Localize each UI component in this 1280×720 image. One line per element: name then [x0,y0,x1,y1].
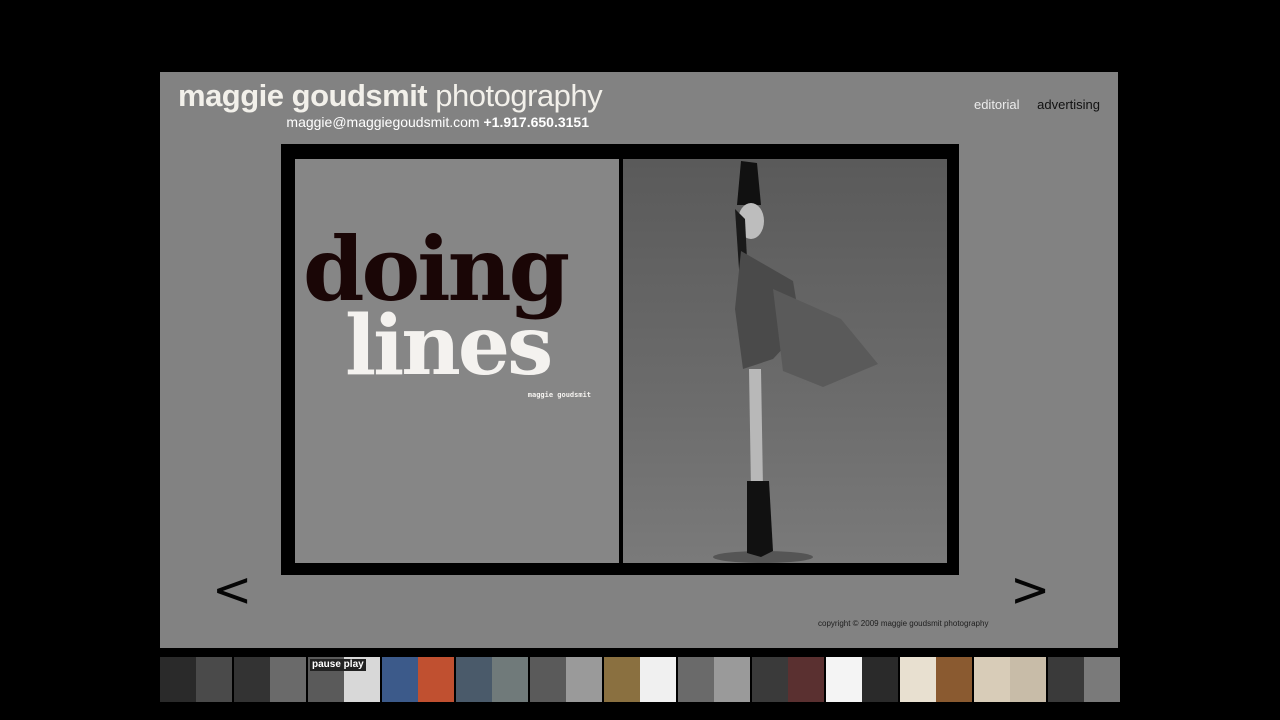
thumbnail-half [974,657,1010,702]
brand-name-bold: maggie goudsmit [178,78,428,113]
thumbnail-7[interactable] [604,657,676,702]
prev-arrow-icon[interactable]: < [212,566,252,614]
thumbnail-half [862,657,898,702]
thumbnail-10[interactable] [826,657,898,702]
brand-name-light: photography [435,78,603,113]
thumbnail-half [1010,657,1046,702]
thumbnail-half [160,657,196,702]
site-logo[interactable]: maggie goudsmit photography [178,78,603,114]
thumbnail-half [936,657,972,702]
nav-advertising[interactable]: advertising [1037,97,1100,112]
thumbnail-half [604,657,640,702]
next-arrow-icon[interactable]: > [1010,566,1050,614]
main-nav: editorial advertising [960,97,1100,112]
thumbnail-half [640,657,676,702]
spread-left-page: doing lines maggie goudsmit [295,159,619,563]
thumbnail-3[interactable]: pause play [308,657,380,702]
spread-credit: maggie goudsmit [527,391,591,399]
thumbnail-half [1084,657,1120,702]
thumbnail-strip: pause play [160,657,1120,702]
gallery-frame: doing lines maggie goudsmit [281,144,959,575]
thumbnail-8[interactable] [678,657,750,702]
email-link[interactable]: maggie@maggiegoudsmit.com [286,114,479,130]
thumbnail-label: pause play [310,659,366,671]
phone-number: +1.917.650.3151 [483,114,590,130]
thumbnail-half [382,657,418,702]
spread-title-line2: lines [345,298,553,394]
thumbnail-half [678,657,714,702]
thumbnail-half [530,657,566,702]
thumbnail-13[interactable] [1048,657,1120,702]
thumbnail-half [492,657,528,702]
thumbnail-half [566,657,602,702]
model-photo-illustration [713,161,878,563]
thumbnail-half [714,657,750,702]
thumbnail-1[interactable] [160,657,232,702]
thumbnail-4[interactable] [382,657,454,702]
thumbnail-11[interactable] [900,657,972,702]
thumbnail-half [788,657,824,702]
spread-right-photo [623,159,947,563]
thumbnail-2[interactable] [234,657,306,702]
nav-editorial[interactable]: editorial [974,97,1020,112]
thumbnail-half [826,657,862,702]
thumbnail-half [270,657,306,702]
thumbnail-half [196,657,232,702]
site-panel: maggie goudsmit photography maggie@maggi… [160,72,1118,648]
thumbnail-half [418,657,454,702]
thumbnail-half [752,657,788,702]
thumbnail-half [234,657,270,702]
copyright-text: copyright © 2009 maggie goudsmit photogr… [818,619,989,628]
contact-info: maggie@maggiegoudsmit.com +1.917.650.315… [286,114,589,130]
thumbnail-9[interactable] [752,657,824,702]
thumbnail-6[interactable] [530,657,602,702]
thumbnail-half [1048,657,1084,702]
thumbnail-half [456,657,492,702]
thumbnail-half [900,657,936,702]
thumbnail-5[interactable] [456,657,528,702]
thumbnail-12[interactable] [974,657,1046,702]
